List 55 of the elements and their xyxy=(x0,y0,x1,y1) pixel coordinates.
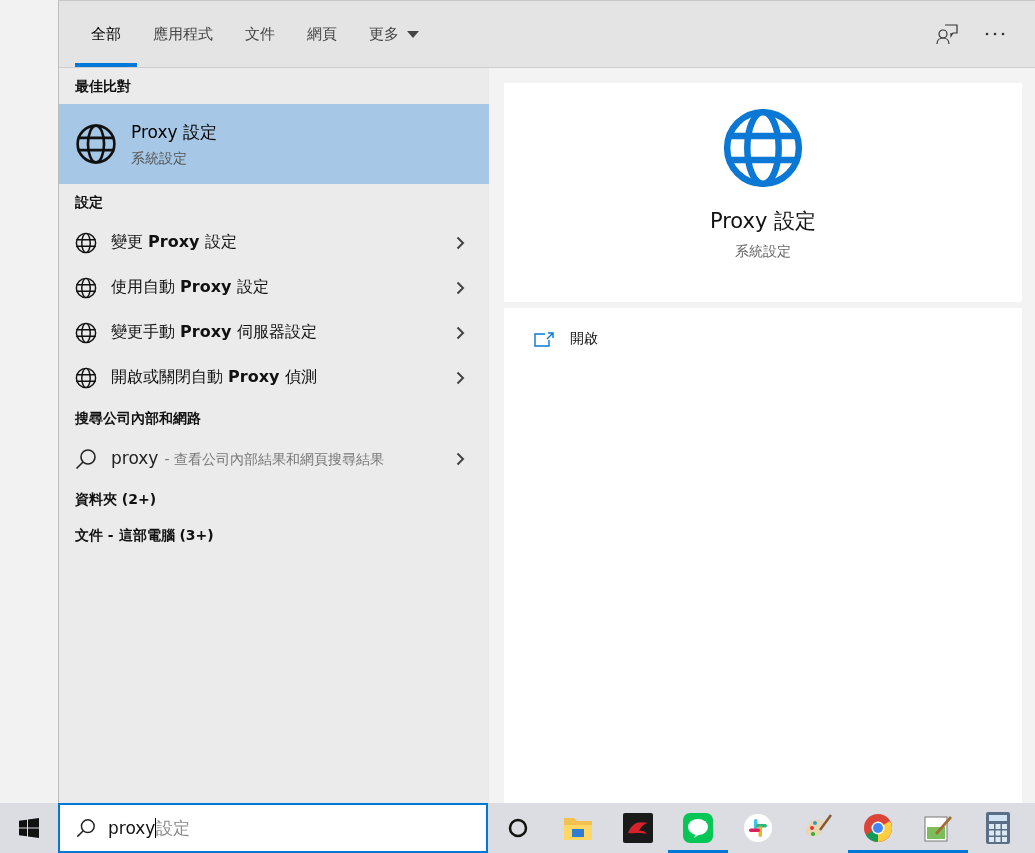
result-row[interactable]: 使用自動 Proxy 設定 xyxy=(59,265,489,310)
chevron-icon xyxy=(456,280,465,295)
caret-icon xyxy=(407,30,419,38)
result-detail: - 查看公司內部結果和網頁搜尋結果 xyxy=(164,451,384,467)
result-row[interactable]: 變更手動 Proxy 伺服器設定 xyxy=(59,310,489,355)
calculator-icon xyxy=(986,812,1010,844)
result-title: Proxy 設定 xyxy=(131,120,217,144)
result-text: 變更手動 Proxy 伺服器設定 xyxy=(111,322,318,343)
folder-icon xyxy=(563,815,593,841)
tab[interactable]: 網頁 xyxy=(291,1,353,67)
section-heading[interactable]: 設定 xyxy=(59,184,489,220)
open-external-icon xyxy=(534,331,554,347)
windows-logo-icon xyxy=(19,818,39,838)
search-field[interactable]: proxy設定 xyxy=(58,803,488,853)
chevron-icon xyxy=(456,325,465,340)
section-heading: 最佳比對 xyxy=(74,77,132,96)
preview-title: Proxy 設定 xyxy=(709,208,817,235)
tab[interactable]: 更多 xyxy=(353,1,435,67)
result-row[interactable]: 開啟或關閉自動 Proxy 偵測 xyxy=(59,355,489,400)
section-heading[interactable]: 搜尋公司內部和網路 xyxy=(59,400,489,436)
tab[interactable]: 文件 xyxy=(229,1,291,67)
notepad-icon xyxy=(923,813,953,843)
chevron-icon xyxy=(456,235,465,250)
result-text: 使用自動 Proxy 設定 xyxy=(111,277,270,298)
result-text: proxy xyxy=(111,448,159,468)
chat-app-icon xyxy=(683,813,713,843)
best-match-item[interactable]: Proxy 設定 系統設定 xyxy=(59,104,489,184)
hash-logo-icon xyxy=(744,814,772,842)
globe-icon xyxy=(75,366,97,389)
result-subtitle: 系統設定 xyxy=(131,149,188,168)
globe-icon xyxy=(722,107,804,189)
more-icon xyxy=(985,32,1005,36)
chrome-logo-icon xyxy=(863,813,893,843)
circle-icon xyxy=(508,818,528,838)
globe-icon xyxy=(75,321,97,344)
chevron-icon xyxy=(456,370,465,385)
preview-subtitle: 系統設定 xyxy=(735,243,791,261)
person-speech-icon xyxy=(936,23,958,45)
globe-icon xyxy=(75,231,97,254)
search-icon xyxy=(75,447,97,470)
section-heading[interactable]: 文件 - 這部電腦 (3+) xyxy=(59,517,489,553)
tab[interactable]: 應用程式 xyxy=(137,1,229,67)
globe-icon xyxy=(75,123,117,165)
open-action[interactable]: 開啟 xyxy=(534,326,598,352)
search-value: proxy xyxy=(108,817,157,838)
result-row[interactable]: 變更 Proxy 設定 xyxy=(59,220,489,265)
section-heading[interactable]: 資料夾 (2+) xyxy=(59,481,489,517)
search-completion: 設定 xyxy=(156,817,191,838)
globe-icon xyxy=(75,276,97,299)
result-text: 變更 Proxy 設定 xyxy=(111,232,238,253)
search-icon xyxy=(76,818,96,838)
dragon-logo-icon xyxy=(623,813,653,843)
chevron-icon xyxy=(456,451,465,466)
result-text: 開啟或關閉自動 Proxy 偵測 xyxy=(111,367,318,388)
result-row[interactable]: proxy - 查看公司內部結果和網頁搜尋結果 xyxy=(59,436,489,481)
